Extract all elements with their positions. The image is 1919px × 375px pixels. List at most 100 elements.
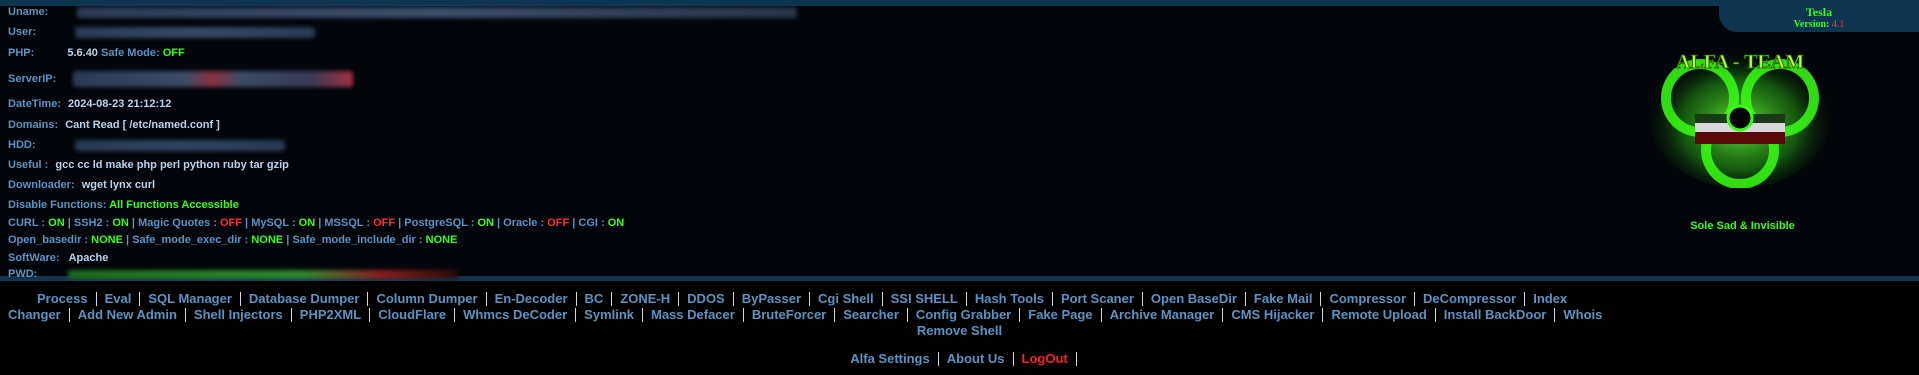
menu-item-process[interactable]: Process <box>37 292 97 306</box>
menu-item-fake-mail[interactable]: Fake Mail <box>1246 292 1322 306</box>
menu-item-cgi-shell[interactable]: Cgi Shell <box>810 292 883 306</box>
downloader-row: Downloader: wget lynx curl <box>8 179 155 191</box>
version-text: Version: <box>1793 19 1830 30</box>
pwd-label: PWD: <box>8 268 38 280</box>
downloader-value: wget lynx curl <box>81 179 156 191</box>
menu-item-whois[interactable]: Whois <box>1555 308 1610 322</box>
open-basedir-value: NONE <box>91 234 123 246</box>
module-magic-quotes: Magic Quotes : OFF <box>138 217 242 229</box>
version-label: Version: 4.1 <box>1719 19 1919 30</box>
menu-item-about-us[interactable]: About Us <box>939 352 1014 366</box>
module-status: ON <box>607 217 625 229</box>
module-postgresql: PostgreSQL : ON <box>404 217 494 229</box>
menu-item-add-new-admin[interactable]: Add New Admin <box>70 308 186 322</box>
menu-item-install-backdoor[interactable]: Install BackDoor <box>1436 308 1556 322</box>
tools-menu: Process Eval SQL Manager Database Dumper Col… <box>0 281 1919 375</box>
menu-item-column-dumper[interactable]: Column Dumper <box>368 292 487 306</box>
module-name: Magic Quotes : <box>138 217 217 229</box>
safe-mode-exec-dir-value: NONE <box>251 234 284 246</box>
menu-item-ddos[interactable]: DDOS <box>679 292 734 306</box>
menu-item-sql-manager[interactable]: SQL Manager <box>140 292 241 306</box>
module-mssql: MSSQL : OFF <box>324 217 395 229</box>
menu-item-open-basedir[interactable]: Open BaseDir <box>1143 292 1246 306</box>
menu-item-decompressor[interactable]: DeCompressor <box>1415 292 1526 306</box>
menu-item-logout[interactable]: LogOut <box>1014 352 1077 366</box>
menu-item-port-scaner[interactable]: Port Scaner <box>1053 292 1143 306</box>
menu-item-bypasser[interactable]: ByPasser <box>734 292 811 306</box>
safe-mode-label: Safe Mode: <box>101 47 160 59</box>
module-name: PostgreSQL : <box>404 217 475 229</box>
domains-row: Domains: Cant Read [ /etc/named.conf ] <box>8 119 220 131</box>
disable-functions-value: All Functions Accessible <box>109 199 239 211</box>
datetime-row: DateTime: 2024-08-23 21:12:12 <box>8 98 171 110</box>
menu-item-searcher[interactable]: Searcher <box>835 308 908 322</box>
logo-text: ALFA - TEAM <box>1676 51 1804 73</box>
menu-item-bruteforcer[interactable]: BruteForcer <box>744 308 836 322</box>
menu-item-mass-defacer[interactable]: Mass Defacer <box>643 308 744 322</box>
open-basedir-label: Open_basedir : <box>8 234 89 246</box>
module-name: MySQL : <box>251 217 296 229</box>
php-version: 5.6.40 <box>67 47 98 59</box>
safe-mode-include-dir-value: NONE <box>425 234 458 246</box>
serverip-label: ServerIP: <box>8 72 57 85</box>
safe-mode-include-dir-label: Safe_mode_include_dir : <box>292 234 423 246</box>
menu-item-config-grabber[interactable]: Config Grabber <box>908 308 1021 322</box>
menu-item-compressor[interactable]: Compressor <box>1321 292 1416 306</box>
disable-functions-row: Disable Functions: All Functions Accessi… <box>8 199 239 211</box>
menu-line-1: Process Eval SQL Manager Database Dumper Col… <box>37 291 1575 306</box>
menu-item-ssi-shell[interactable]: SSI SHELL <box>883 292 967 306</box>
menu-item-en-decoder[interactable]: En-Decoder <box>487 292 577 306</box>
menu-item-archive-manager[interactable]: Archive Manager <box>1102 308 1224 322</box>
module-oracle: Oracle : OFF <box>503 217 569 229</box>
menu-item-shell-injectors[interactable]: Shell Injectors <box>186 308 292 322</box>
hdd-redacted <box>74 139 285 151</box>
datetime-label: DateTime: <box>8 98 61 110</box>
domains-value: Cant Read [ /etc/named.conf ] <box>65 119 220 131</box>
menu-item-remove-shell[interactable]: Remove Shell <box>909 324 1010 338</box>
menu-item-remote-upload[interactable]: Remote Upload <box>1323 308 1436 322</box>
useful-value: gcc cc ld make php perl python ruby tar … <box>55 159 289 171</box>
user-row: User: <box>8 26 316 38</box>
menu-item-hash-tools[interactable]: Hash Tools <box>967 292 1053 306</box>
openbasedir-row: Open_basedir : NONE | Safe_mode_exec_dir… <box>8 234 458 246</box>
module-cgi: CGI : ON <box>578 217 624 229</box>
menu-item-cloudflare[interactable]: CloudFlare <box>370 308 456 322</box>
module-name: Oracle : <box>503 217 545 229</box>
uname-redacted <box>77 6 798 18</box>
module-name: SSH2 : <box>73 217 110 229</box>
menu-bottom: Alfa Settings About Us LogOut <box>0 351 1919 366</box>
menu-item-alfa-settings[interactable]: Alfa Settings <box>842 352 939 366</box>
pwd-redacted[interactable] <box>68 269 459 279</box>
module-status: ON <box>48 217 65 229</box>
menu-item-whmcs-decoder[interactable]: Whmcs DeCoder <box>455 308 577 322</box>
version-number: 4.1 <box>1831 19 1845 30</box>
menu-item-eval[interactable]: Eval <box>97 292 141 306</box>
menu-item-symlink[interactable]: Symlink <box>576 308 643 322</box>
hdd-row: HDD: <box>8 139 285 151</box>
menu-item-fake-page[interactable]: Fake Page <box>1020 308 1102 322</box>
menu-item-changer[interactable]: Changer <box>0 308 70 322</box>
serverip-row: ServerIP: <box>8 71 354 87</box>
menu-item-database-dumper[interactable]: Database Dumper <box>241 292 369 306</box>
menu-item-zone-h[interactable]: ZONE-H <box>612 292 680 306</box>
module-mysql: MySQL : ON <box>251 217 315 229</box>
module-name: MSSQL : <box>324 217 371 229</box>
menu-line-3: Remove Shell <box>0 323 1919 338</box>
alfa-team-logo: ALFA - TEAM <box>1650 48 1830 188</box>
menu-item-cms-hijacker[interactable]: CMS Hijacker <box>1223 308 1324 322</box>
menu-item-index[interactable]: Index <box>1525 292 1575 306</box>
version-tab: Tesla Version: 4.1 <box>1719 6 1919 32</box>
user-redacted <box>75 26 316 38</box>
software-row: SoftWare: Apache <box>8 252 108 264</box>
uname-row: Uname: <box>8 6 798 18</box>
user-label: User: <box>8 26 37 38</box>
shell-title: Tesla <box>1805 5 1833 19</box>
logo-caption: Sole Sad & Invisible <box>1690 220 1795 232</box>
module-status: OFF <box>219 217 242 229</box>
disable-functions-label: Disable Functions: <box>8 199 107 211</box>
php-label: PHP: <box>8 47 35 59</box>
menu-item-php2xml[interactable]: PHP2XML <box>292 308 371 322</box>
menu-item-bc[interactable]: BC <box>577 292 613 306</box>
useful-row: Useful : gcc cc ld make php perl python … <box>8 159 289 171</box>
uname-label: Uname: <box>8 6 49 18</box>
